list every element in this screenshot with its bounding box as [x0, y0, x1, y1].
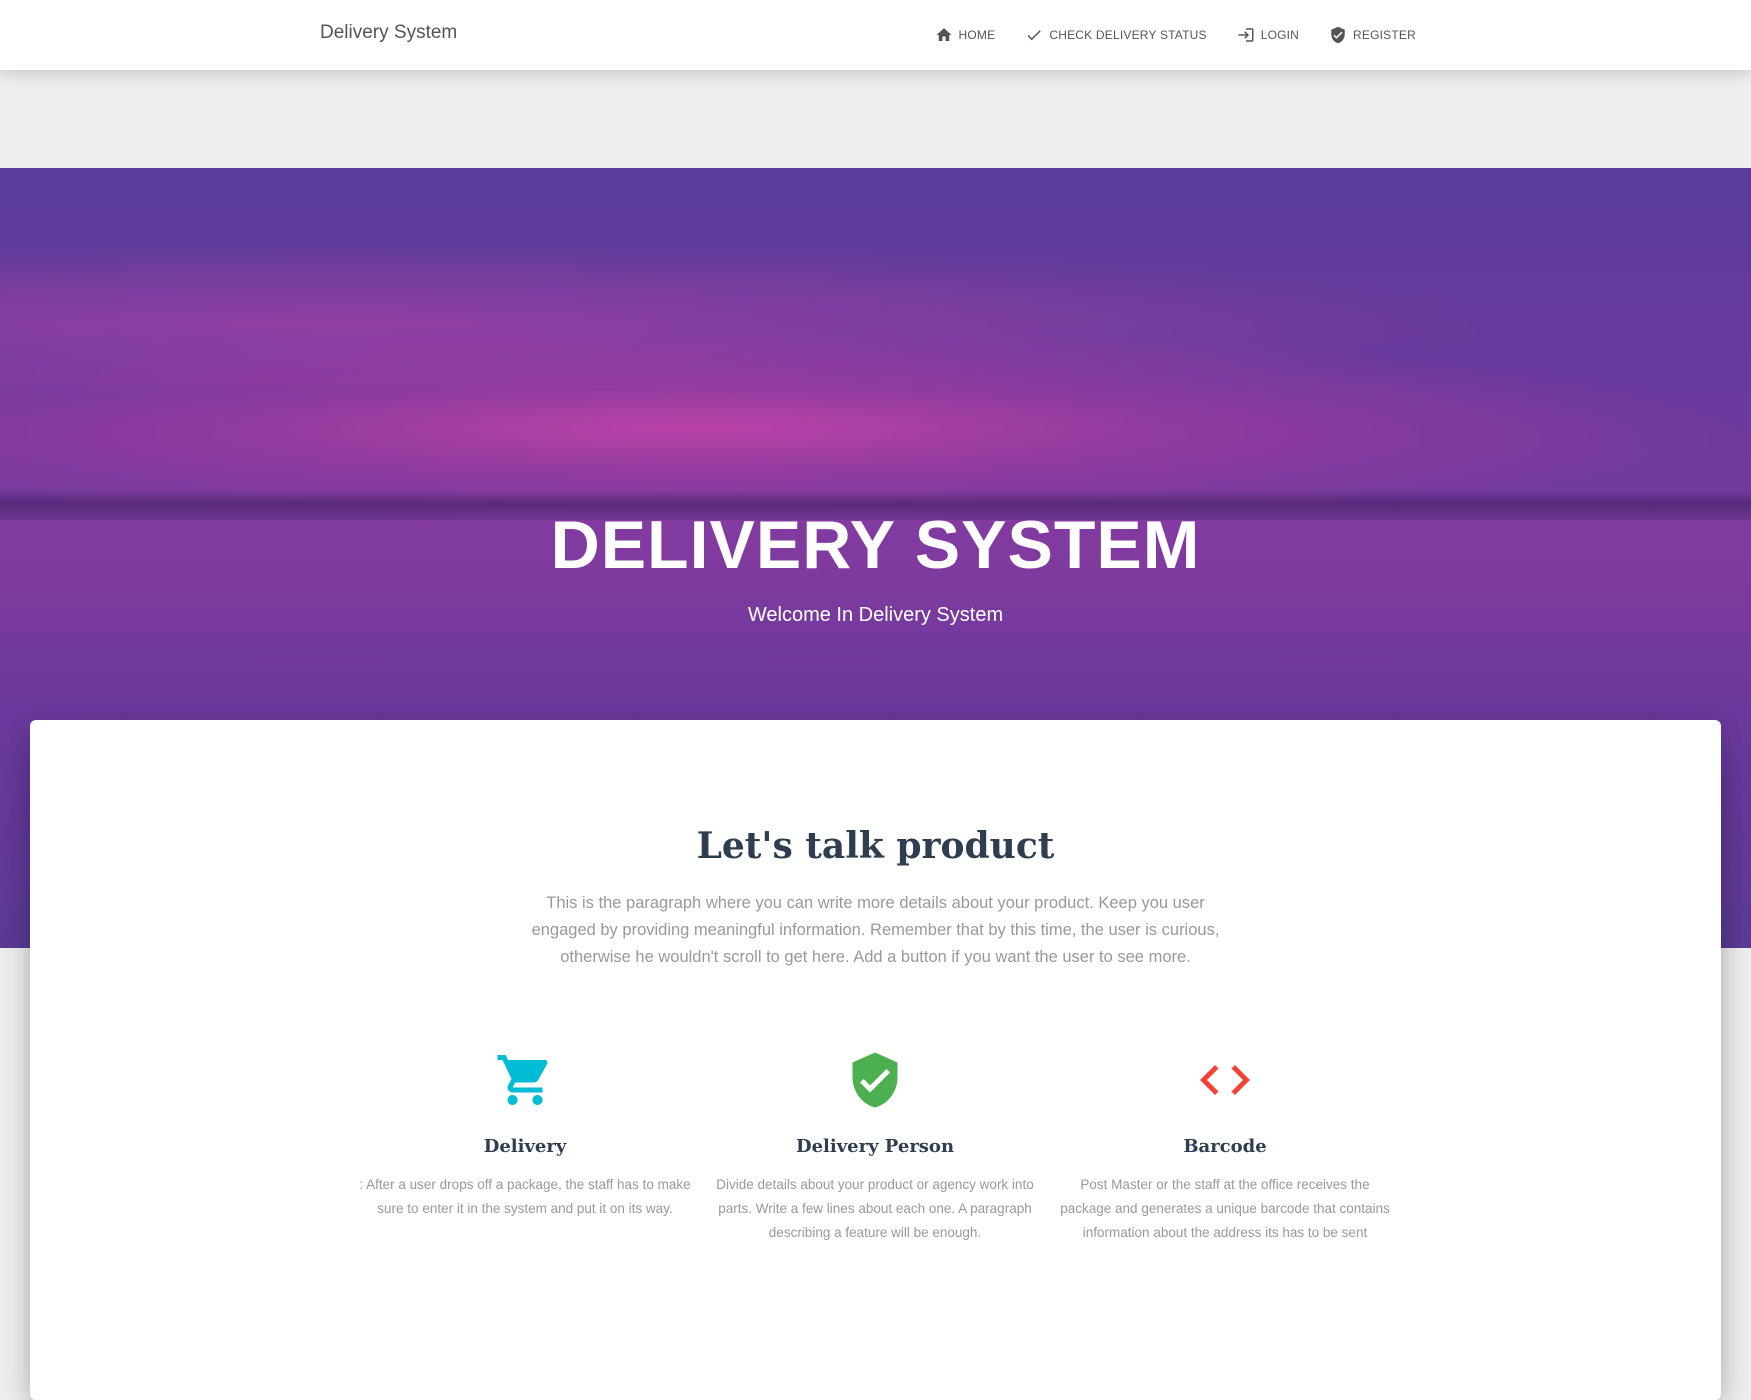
- feature-delivery-person-title: Delivery Person: [795, 1136, 955, 1157]
- hero-title: DELIVERY SYSTEM: [550, 507, 1201, 583]
- feature-delivery-person-text: Divide details about your product or age…: [716, 1177, 1034, 1240]
- nav-login-label: Login: [1260, 28, 1300, 42]
- shield-check-icon: [1331, 26, 1345, 44]
- feature-barcode: Barcode Post Master or the staff at the …: [1055, 1050, 1395, 1245]
- nav-check-delivery-status[interactable]: Check Delivery Status: [1025, 26, 1207, 44]
- nav-links: Home Check Delivery Status Login Registe…: [905, 0, 1416, 70]
- section-title: Let's talk product: [696, 825, 1055, 867]
- code-icon: [1200, 1065, 1250, 1095]
- nav-login[interactable]: Login: [1237, 26, 1299, 44]
- hero-subtitle: Welcome In Delivery System: [747, 604, 1004, 626]
- feature-delivery-text: : After a user drops off a package, the …: [359, 1177, 691, 1216]
- feature-delivery-person: Delivery Person Divide details about you…: [705, 1050, 1045, 1245]
- navbar: Delivery System Home Check Delivery Stat…: [0, 0, 1751, 70]
- feature-delivery: Delivery : After a user drops off a pack…: [355, 1050, 695, 1221]
- shopping-cart-icon: [497, 1055, 548, 1105]
- home-icon: [936, 28, 952, 41]
- check-icon: [1027, 30, 1042, 41]
- login-icon: [1238, 28, 1254, 42]
- feature-barcode-text: Post Master or the staff at the office r…: [1060, 1177, 1390, 1240]
- brand-link[interactable]: Delivery System: [320, 22, 457, 44]
- nav-home-label: Home: [958, 28, 996, 42]
- main-card: Let's talk product This is the paragraph…: [30, 720, 1721, 1400]
- nav-check-delivery-status-label: Check Delivery Status: [1049, 28, 1207, 42]
- nav-home[interactable]: Home: [935, 26, 996, 44]
- feature-delivery-title: Delivery: [483, 1136, 567, 1157]
- section-description: This is the paragraph where you can writ…: [531, 894, 1220, 966]
- feature-barcode-title: Barcode: [1183, 1136, 1267, 1157]
- nav-register[interactable]: Register: [1329, 26, 1416, 44]
- verified-shield-icon: [852, 1052, 898, 1108]
- nav-register-label: Register: [1353, 28, 1416, 42]
